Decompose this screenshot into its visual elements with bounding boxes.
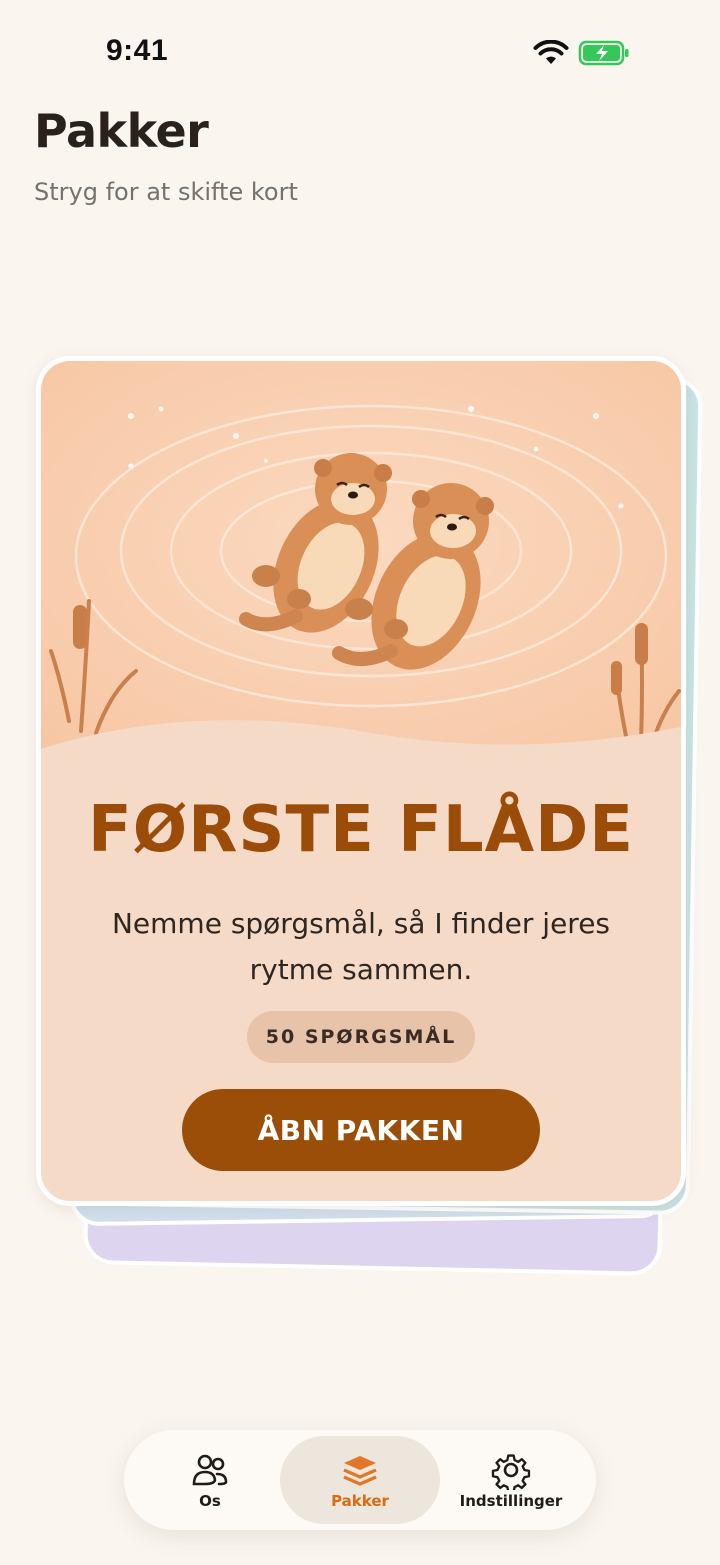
tab-settings[interactable]: Indstillinger <box>440 1436 582 1524</box>
tab-pakker[interactable]: Pakker <box>280 1436 440 1524</box>
tab-pakker-label: Pakker <box>331 1492 389 1510</box>
stack-icon <box>343 1456 377 1486</box>
tab-os-label: Os <box>199 1492 221 1510</box>
page-subtitle: Stryg for at skifte kort <box>34 178 298 206</box>
page-title: Pakker <box>34 104 209 158</box>
pack-card[interactable]: FØRSTE FLÅDE Nemme spørgsmål, så I finde… <box>36 356 686 1206</box>
status-time: 9:41 <box>106 34 169 67</box>
tab-os[interactable]: Os <box>138 1436 282 1524</box>
open-pack-button[interactable]: ÅBN PAKKEN <box>182 1089 540 1171</box>
tab-bar: Os Pakker Indstillinger <box>124 1430 596 1530</box>
pack-title: FØRSTE FLÅDE <box>87 793 635 867</box>
people-icon <box>192 1454 228 1486</box>
question-count-badge: 50 SPØRGSMÅL <box>247 1011 475 1063</box>
tab-settings-label: Indstillinger <box>459 1492 563 1510</box>
battery-charging-icon <box>578 40 629 66</box>
wifi-icon <box>533 40 569 64</box>
gear-icon <box>491 1454 531 1490</box>
screen: 9:41 Pakker Stryg for at skifte kort FØR… <box>0 0 720 1565</box>
otters-illustration <box>41 361 681 761</box>
pack-description: Nemme spørgsmål, så I finder jeres rytme… <box>111 907 611 986</box>
